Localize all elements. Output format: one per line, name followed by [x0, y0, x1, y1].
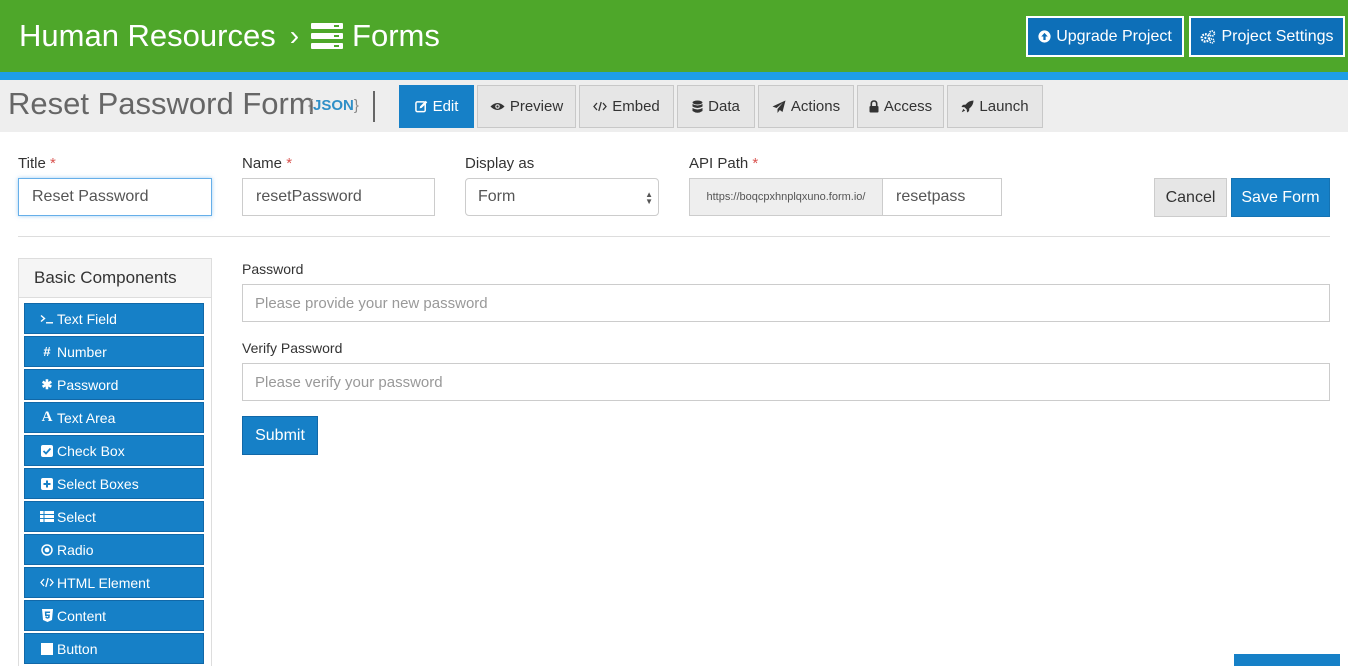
- api-path-label: API Path *: [689, 155, 759, 172]
- json-view-link[interactable]: {JSON}: [308, 97, 359, 114]
- breadcrumb: Human Resources › Forms: [19, 14, 440, 58]
- component-password[interactable]: ✱ Password: [24, 369, 204, 400]
- verify-password-input[interactable]: Please verify your password: [242, 363, 1330, 401]
- lock-icon: [869, 100, 879, 113]
- asterisk-icon: ✱: [41, 376, 53, 392]
- font-icon: A: [41, 409, 53, 425]
- submit-button[interactable]: Submit: [242, 416, 318, 455]
- section-divider: [18, 236, 1330, 237]
- tab-preview[interactable]: Preview: [477, 85, 576, 128]
- dot-circle-icon: [40, 543, 54, 556]
- component-number[interactable]: # Number: [24, 336, 204, 367]
- project-settings-label: Project Settings: [1221, 27, 1334, 45]
- display-as-select[interactable]: Form ▲ ▼: [465, 178, 659, 216]
- cogs-icon: [1200, 29, 1216, 44]
- edit-icon: [414, 100, 428, 113]
- rocket-icon: [961, 100, 974, 113]
- component-content[interactable]: Content: [24, 600, 204, 631]
- api-path-input[interactable]: resetpass: [882, 178, 1002, 216]
- html5-icon: [40, 609, 54, 622]
- project-settings-button[interactable]: Project Settings: [1189, 16, 1345, 57]
- password-label: Password: [242, 261, 304, 277]
- tab-embed[interactable]: Embed: [579, 85, 674, 128]
- paper-plane-icon: [772, 100, 786, 114]
- code-icon: [593, 101, 608, 112]
- name-field-label: Name *: [242, 155, 293, 172]
- terminal-icon: [40, 314, 54, 324]
- breadcrumb-separator: ›: [289, 20, 300, 51]
- tab-actions[interactable]: Actions: [758, 85, 854, 128]
- eye-icon: [490, 101, 505, 112]
- component-text-field[interactable]: Text Field: [24, 303, 204, 334]
- breadcrumb-project[interactable]: Human Resources: [19, 18, 276, 54]
- tab-launch[interactable]: Launch: [947, 85, 1043, 128]
- verify-password-label: Verify Password: [242, 340, 343, 356]
- display-as-label: Display as: [465, 155, 535, 172]
- plus-square-icon: [40, 477, 54, 490]
- title-input[interactable]: Reset Password: [18, 178, 212, 216]
- check-square-icon: [40, 444, 54, 457]
- th-list-icon: [40, 511, 54, 522]
- tab-edit[interactable]: Edit: [399, 85, 474, 128]
- component-text-area[interactable]: A Text Area: [24, 402, 204, 433]
- password-input[interactable]: Please provide your new password: [242, 284, 1330, 322]
- select-arrows-icon: ▲ ▼: [645, 190, 653, 206]
- component-select-boxes[interactable]: Select Boxes: [24, 468, 204, 499]
- component-button[interactable]: Button: [24, 633, 204, 664]
- breadcrumb-section[interactable]: Forms: [352, 18, 440, 54]
- title-field-label: Title *: [18, 155, 56, 172]
- arrow-circle-up-icon: [1038, 30, 1051, 43]
- name-input[interactable]: resetPassword: [242, 178, 435, 216]
- title-divider: [373, 91, 375, 122]
- api-path-prefix: https://boqcpxhnplqxuno.form.io/: [689, 178, 883, 216]
- navbar-accent-stripe: [0, 72, 1348, 80]
- cancel-button[interactable]: Cancel: [1154, 178, 1227, 217]
- display-as-value: Form: [478, 188, 516, 205]
- component-check-box[interactable]: Check Box: [24, 435, 204, 466]
- hashtag-icon: #: [43, 344, 51, 359]
- upgrade-project-label: Upgrade Project: [1056, 27, 1172, 45]
- component-select[interactable]: Select: [24, 501, 204, 532]
- forms-list-icon: [311, 23, 344, 49]
- component-html-element[interactable]: HTML Element: [24, 567, 204, 598]
- database-icon: [692, 100, 703, 114]
- component-radio[interactable]: Radio: [24, 534, 204, 565]
- floating-action-button[interactable]: [1234, 654, 1340, 666]
- save-form-button[interactable]: Save Form: [1231, 178, 1330, 217]
- tab-access[interactable]: Access: [857, 85, 944, 128]
- tab-data[interactable]: Data: [677, 85, 755, 128]
- form-title: Reset Password Form: [8, 86, 315, 121]
- code-icon: [40, 577, 54, 588]
- stop-icon: [40, 642, 54, 655]
- required-asterisk: *: [752, 155, 759, 172]
- required-asterisk: *: [286, 155, 293, 172]
- upgrade-project-button[interactable]: Upgrade Project: [1026, 16, 1184, 57]
- required-asterisk: *: [49, 155, 56, 172]
- basic-components-heading[interactable]: Basic Components: [19, 259, 211, 298]
